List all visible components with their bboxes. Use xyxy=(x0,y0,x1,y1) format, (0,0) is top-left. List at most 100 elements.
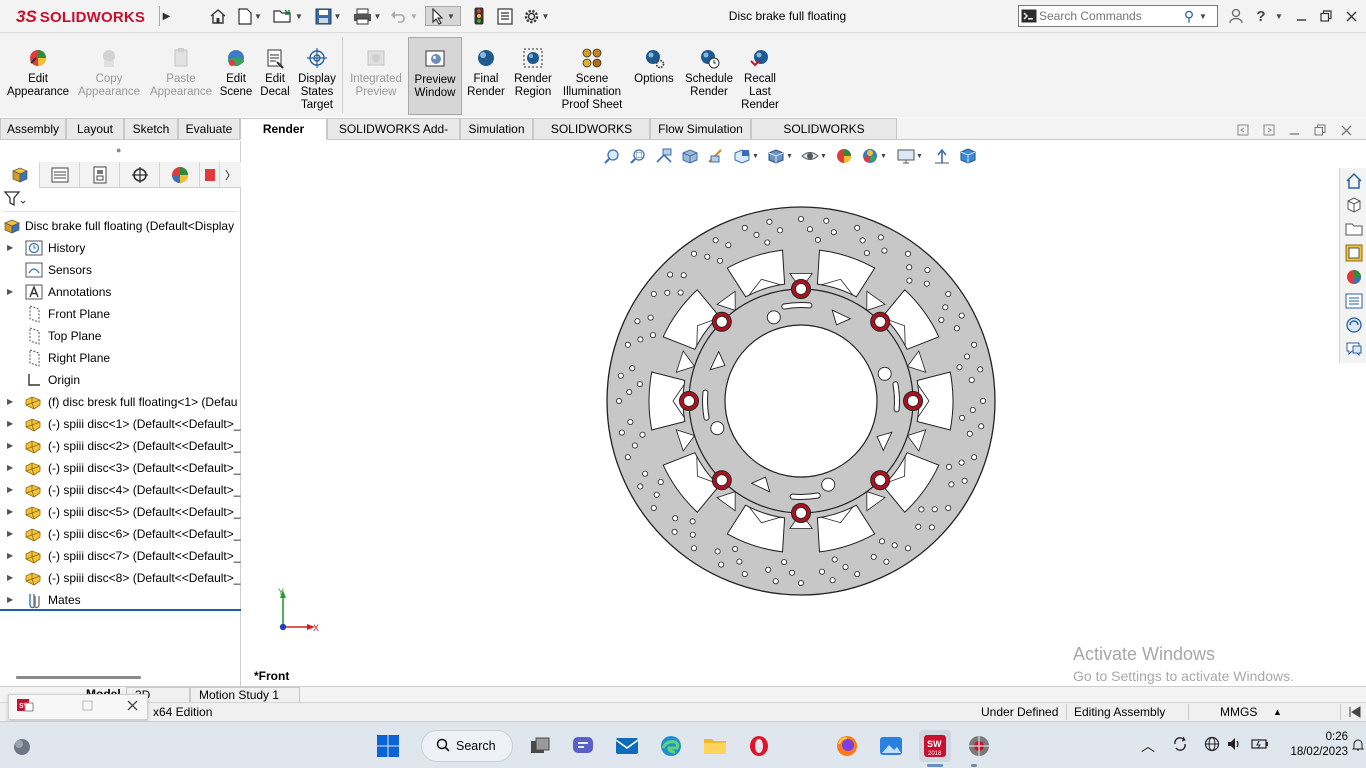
design-library-icon[interactable] xyxy=(1343,194,1364,215)
expand-arrow-icon[interactable]: ▶ xyxy=(7,435,13,457)
home-icon[interactable] xyxy=(207,6,229,26)
hide-show-items-icon[interactable]: ▼ xyxy=(797,146,831,166)
save-icon[interactable]: ▼ xyxy=(311,6,345,26)
view-palette-icon[interactable] xyxy=(1343,242,1364,263)
paste-appearance-button[interactable]: Paste Appearance xyxy=(148,37,214,115)
volume-icon[interactable] xyxy=(1226,736,1242,755)
expand-arrow-icon[interactable]: ▶ xyxy=(7,391,13,413)
tab-simulation[interactable]: Simulation xyxy=(460,118,533,140)
mail-icon[interactable] xyxy=(611,730,643,762)
display-manager-tab-icon[interactable] xyxy=(160,162,200,188)
doc-close-icon[interactable] xyxy=(1341,124,1352,139)
panel-horizontal-scrollbar[interactable] xyxy=(16,676,141,679)
search-icon[interactable]: ⚲ xyxy=(1179,8,1199,25)
previous-view-icon[interactable] xyxy=(651,146,677,166)
tree-item-history[interactable]: ▶ History xyxy=(0,237,241,259)
dimxpert-manager-tab-icon[interactable] xyxy=(120,162,160,188)
status-units[interactable]: MMGS xyxy=(1220,705,1257,719)
tree-item-spiii-disc-8[interactable]: ▶ (-) spiii disc<8> (Default<<Default>_ xyxy=(0,567,241,589)
final-render-button[interactable]: Final Render xyxy=(465,37,507,115)
tab-assembly[interactable]: Assembly xyxy=(0,118,66,140)
file-properties-icon[interactable] xyxy=(494,6,516,26)
expand-arrow-icon[interactable]: ▶ xyxy=(7,479,13,501)
notifications-icon[interactable] xyxy=(1351,738,1365,755)
tree-item-top-plane[interactable]: Top Plane xyxy=(0,325,241,347)
teams-chat-icon[interactable] xyxy=(567,730,599,762)
solidworks-logo[interactable]: 3S SOLIDWORKS xyxy=(16,6,145,28)
view-settings-icon[interactable]: ▼ xyxy=(891,146,929,166)
tree-item-spiii-disc-5[interactable]: ▶ (-) spiii disc<5> (Default<<Default>_ xyxy=(0,501,241,523)
edge-browser-icon[interactable] xyxy=(655,730,687,762)
doc-restore-icon[interactable] xyxy=(1314,124,1326,139)
configuration-manager-tab-icon[interactable] xyxy=(80,162,120,188)
expand-arrow-icon[interactable]: ▶ xyxy=(7,545,13,567)
photos-app-icon[interactable] xyxy=(875,730,907,762)
undo-icon[interactable]: ▼ xyxy=(388,6,420,26)
edit-appearance-button[interactable]: Edit Appearance xyxy=(6,37,70,115)
panel-grip-icon[interactable]: ● xyxy=(116,145,121,155)
open-folder-icon[interactable]: ▼ xyxy=(270,6,306,26)
new-document-icon[interactable]: ▼ xyxy=(233,6,267,26)
close-window-icon[interactable] xyxy=(1342,5,1360,27)
display-style-icon[interactable]: ▼ xyxy=(763,146,797,166)
user-account-icon[interactable] xyxy=(1226,5,1246,27)
task-view-icon[interactable] xyxy=(524,730,556,762)
recall-last-render-button[interactable]: Recall Last Render xyxy=(738,37,782,115)
appearances-scenes-decals-icon[interactable] xyxy=(1343,266,1364,287)
tab-sketch[interactable]: Sketch xyxy=(124,118,178,140)
expand-arrow-icon[interactable]: ▶ xyxy=(7,523,13,545)
display-states-target-button[interactable]: Display States Target xyxy=(296,37,338,115)
preview-window-button[interactable]: Preview Window xyxy=(408,37,462,115)
tab-render-tools[interactable]: Render Tools xyxy=(240,118,327,157)
tab-motion-study-1[interactable]: Motion Study 1 xyxy=(190,687,300,703)
search-commands-box[interactable]: ⚲ ▼ xyxy=(1018,5,1218,27)
custom-properties-icon[interactable] xyxy=(1343,290,1364,311)
traffic-light-icon[interactable] xyxy=(468,6,490,26)
select-cursor-icon[interactable]: ▼ xyxy=(425,6,461,26)
tree-item-origin[interactable]: Origin xyxy=(0,369,241,391)
solidworks-forum-icon[interactable] xyxy=(1343,314,1364,335)
viewport-split-right-icon[interactable] xyxy=(1263,124,1275,139)
scene-illumination-proof-sheet-button[interactable]: Scene Illumination Proof Sheet xyxy=(559,37,625,115)
file-explorer-icon[interactable] xyxy=(1343,218,1364,239)
search-dropdown-icon[interactable]: ▼ xyxy=(1199,12,1207,21)
weather-widget-icon[interactable] xyxy=(6,730,38,762)
tree-root-assembly[interactable]: Disc brake full floating (Default<Displa… xyxy=(0,215,241,237)
edit-scene-button[interactable]: Edit Scene xyxy=(218,37,254,115)
render-region-button[interactable]: Render Region xyxy=(511,37,555,115)
tree-item-disc-part[interactable]: ▶ (f) disc bresk full floating<1> (Defau xyxy=(0,391,241,413)
solidworks-rx-icon[interactable] xyxy=(963,730,995,762)
tab-solidworks-add-ins[interactable]: SOLIDWORKS Add-Ins xyxy=(327,118,460,157)
options-button[interactable]: Options xyxy=(630,37,678,115)
solidworks-taskbar-icon[interactable]: SW 2018 xyxy=(919,730,951,762)
firefox-browser-icon[interactable] xyxy=(831,730,863,762)
tab-solidworks-inspection[interactable]: SOLIDWORKS Inspection xyxy=(751,118,897,157)
tab-layout[interactable]: Layout xyxy=(66,118,124,140)
tree-item-spiii-disc-6[interactable]: ▶ (-) spiii disc<6> (Default<<Default>_ xyxy=(0,523,241,545)
tab-flow-simulation[interactable]: Flow Simulation xyxy=(650,118,751,140)
section-view-icon[interactable] xyxy=(677,146,703,166)
edit-decal-button[interactable]: Edit Decal xyxy=(258,37,292,115)
units-dropdown-icon[interactable]: ▲ xyxy=(1273,707,1282,717)
edit-appearance-hud-icon[interactable] xyxy=(831,146,857,166)
tree-item-sensors[interactable]: Sensors xyxy=(0,259,241,281)
integrated-preview-button[interactable]: Integrated Preview xyxy=(345,37,407,115)
tree-filter[interactable] xyxy=(3,190,238,212)
restore-window-icon[interactable] xyxy=(1317,5,1335,27)
tree-item-annotations[interactable]: ▶ Annotations xyxy=(0,281,241,303)
help-icon[interactable]: ? xyxy=(1253,5,1269,27)
viewport-split-left-icon[interactable] xyxy=(1237,124,1249,139)
rotate-view-icon[interactable] xyxy=(929,146,955,166)
tree-item-mates[interactable]: ▶ Mates xyxy=(0,589,241,611)
expand-arrow-icon[interactable]: ▶ xyxy=(7,501,13,523)
popup-maximize-icon[interactable] xyxy=(82,700,93,714)
expand-arrow-icon[interactable]: ▶ xyxy=(7,281,13,303)
apply-scene-icon[interactable]: ▼ xyxy=(857,146,891,166)
sync-icon[interactable] xyxy=(1172,736,1188,755)
search-scope-icon[interactable] xyxy=(1019,6,1039,26)
taskbar-thumbnail-popup[interactable]: SW xyxy=(8,694,148,720)
tabs-scroll-right-icon[interactable]: 〉 xyxy=(220,162,241,188)
feature-manager-tab-icon[interactable] xyxy=(0,162,40,188)
tab-evaluate[interactable]: Evaluate xyxy=(178,118,240,140)
solidworks-resources-icon[interactable] xyxy=(1343,170,1364,191)
